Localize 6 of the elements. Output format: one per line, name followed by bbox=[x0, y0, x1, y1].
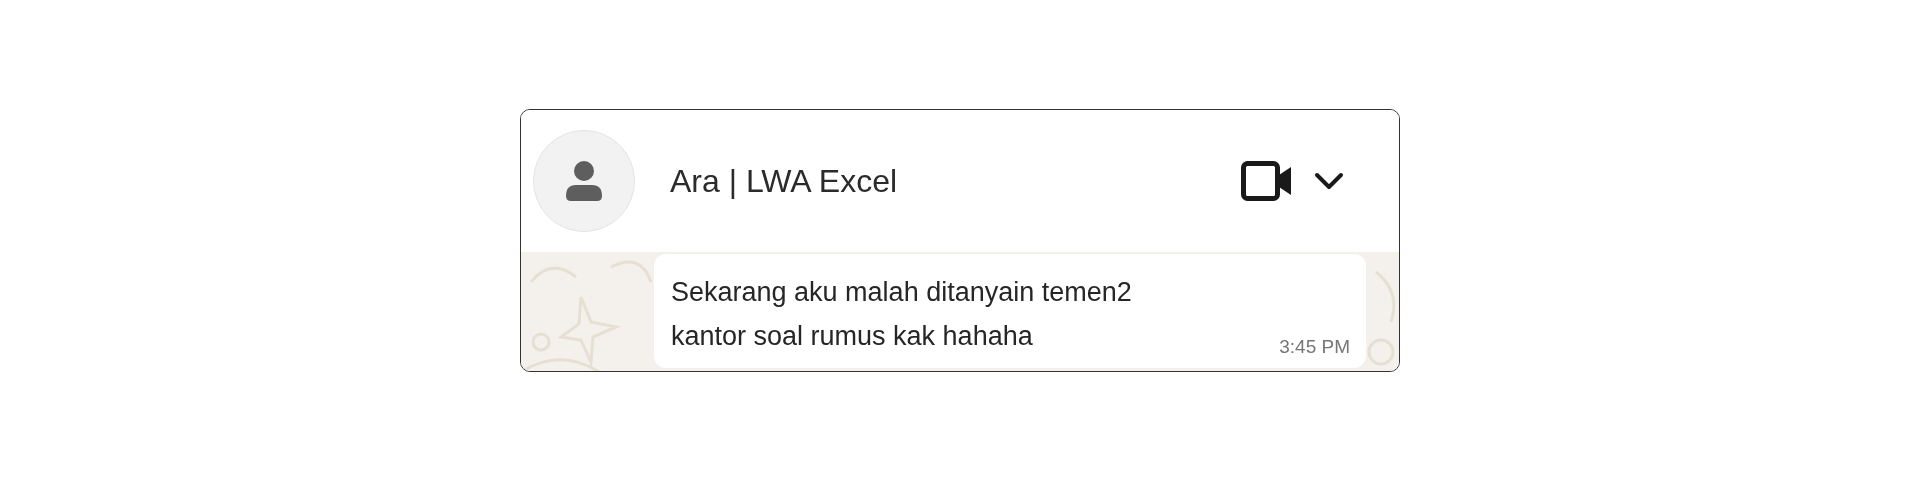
video-camera-icon bbox=[1241, 160, 1293, 201]
chevron-down-icon bbox=[1314, 171, 1344, 190]
contact-name: Ara | LWA Excel bbox=[670, 161, 898, 201]
message-time: 3:45 PM bbox=[1279, 335, 1350, 359]
person-icon bbox=[564, 159, 604, 202]
message-text: Sekarang aku malah ditanyain temen2 kantor soal rumus kak hahaha bbox=[671, 275, 1133, 353]
